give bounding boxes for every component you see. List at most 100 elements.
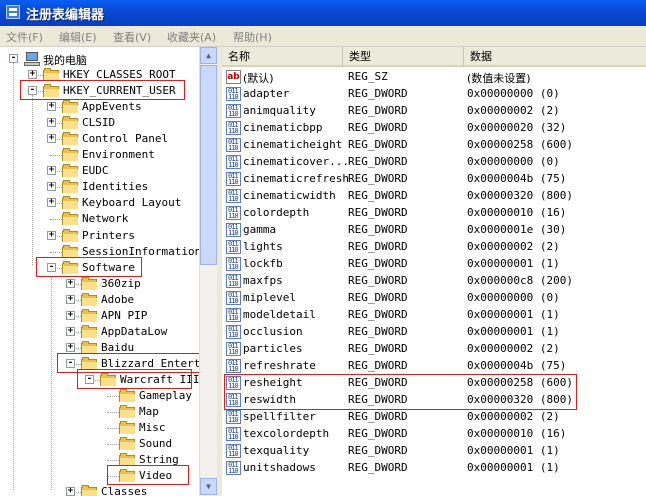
value-name: cinematicheight [243,138,343,151]
tree-label: HKEY_CLASSES_ROOT [63,68,176,81]
value-name: colordepth [243,206,310,219]
expand-icon[interactable]: + [47,102,56,112]
tree-node-keyboard-layout[interactable]: + Keyboard Layout [0,195,199,211]
menu-favorites[interactable]: 收藏夹(A) [167,29,216,45]
tree-node-printers[interactable]: + Printers [0,228,199,244]
expand-icon[interactable]: + [47,118,56,128]
tree-node-environment[interactable]: Environment [0,147,199,163]
expand-icon[interactable]: + [66,278,75,288]
tree-node-sessioninformation[interactable]: SessionInformation [0,244,201,260]
binary-value-icon [226,342,241,356]
menu-view[interactable]: 查看(V) [113,29,151,45]
folder-icon [81,276,97,290]
expand-icon[interactable]: + [66,487,75,496]
tree-node-baidu[interactable]: + Baidu [0,340,199,356]
value-row[interactable]: lockfb REG_DWORD 0x00000001 (1) [222,256,646,273]
value-row[interactable]: adapter REG_DWORD 0x00000000 (0) [222,86,646,103]
collapse-icon[interactable]: - [85,374,94,384]
scroll-thumb[interactable] [200,65,217,265]
value-row[interactable]: gamma REG_DWORD 0x0000001e (30) [222,222,646,239]
collapse-icon[interactable]: - [47,262,56,272]
column-header-name[interactable]: 名称 [222,47,342,67]
value-row[interactable]: particles REG_DWORD 0x00000002 (2) [222,341,646,358]
expand-icon[interactable]: + [47,134,56,144]
tree-node-eudc[interactable]: + EUDC [0,163,199,179]
binary-value-icon [226,376,241,390]
tree-node-control-panel[interactable]: + Control Panel [0,131,199,147]
expand-icon[interactable]: + [66,310,75,320]
column-header-type[interactable]: 类型 [342,47,463,67]
value-data: 0x00000002 (2) [467,104,560,117]
tree-node-string[interactable]: String [0,452,199,468]
value-row[interactable]: unitshadows REG_DWORD 0x00000001 (1) [222,460,646,477]
tree-node-network[interactable]: Network [0,211,199,227]
expand-icon[interactable]: + [66,326,75,336]
value-row[interactable]: resheight REG_DWORD 0x00000258 (600) [222,375,646,392]
menu-help[interactable]: 帮助(H) [233,29,272,45]
value-row[interactable]: ab (默认) REG_SZ (数值未设置) [222,69,646,86]
expand-icon[interactable]: + [47,182,56,192]
value-row[interactable]: occlusion REG_DWORD 0x00000001 (1) [222,324,646,341]
binary-value-icon [226,427,241,441]
menu-file[interactable]: 文件(F) [6,29,43,45]
value-row[interactable]: texcolordepth REG_DWORD 0x00000010 (16) [222,426,646,443]
value-row[interactable]: maxfps REG_DWORD 0x000000c8 (200) [222,273,646,290]
value-row[interactable]: refreshrate REG_DWORD 0x0000004b (75) [222,358,646,375]
value-row[interactable]: cinematicrefreshREG_DWORD 0x0000004b (75) [222,171,646,188]
folder-icon [81,308,97,322]
tree-node-hkey-current-user[interactable]: - HKEY_CURRENT_USER [0,83,199,99]
tree-node-clsid[interactable]: + CLSID [0,115,199,131]
value-row[interactable]: cinematicwidth REG_DWORD 0x00000320 (800) [222,188,646,205]
value-row[interactable]: lights REG_DWORD 0x00000002 (2) [222,239,646,256]
value-row[interactable]: cinematicover...REG_DWORD 0x00000000 (0) [222,154,646,171]
expand-icon[interactable]: + [66,294,75,304]
tree-node-my-computer[interactable]: - 我的电脑 [0,51,199,67]
value-row[interactable]: cinematicbpp REG_DWORD 0x00000020 (32) [222,120,646,137]
tree-node-appdatalow[interactable]: + AppDataLow [0,324,199,340]
tree-node-blizzard-enterta[interactable]: - Blizzard Enterta [0,356,207,372]
collapse-icon[interactable]: - [28,86,37,96]
expand-icon[interactable]: + [47,166,56,176]
tree-node-warcraft-iii[interactable]: - Warcraft III [0,372,199,388]
tree-node-adobe[interactable]: + Adobe [0,292,199,308]
value-row[interactable]: modeldetail REG_DWORD 0x00000001 (1) [222,307,646,324]
tree-label: Keyboard Layout [82,196,182,210]
value-name: cinematicover... [243,155,349,168]
expand-icon[interactable]: + [28,70,37,79]
regedit-icon [6,5,20,19]
tree-scrollbar[interactable]: ▲ ▼ [199,47,217,496]
tree-node-apn-pip[interactable]: + APN PIP [0,308,199,324]
column-header-data[interactable]: 数据 [463,47,646,67]
scroll-up-icon[interactable]: ▲ [200,47,217,64]
tree-node-appevents[interactable]: + AppEvents [0,99,199,115]
expand-icon[interactable]: + [47,230,56,240]
collapse-icon[interactable]: - [9,54,18,63]
tree-node-map[interactable]: Map [0,404,199,420]
value-row[interactable]: cinematicheight REG_DWORD 0x00000258 (600) [222,137,646,154]
tree-node-classes[interactable]: + Classes [0,484,199,496]
tree-node-360zip[interactable]: +360zip [0,276,199,292]
computer-icon [24,52,40,66]
folder-icon [81,356,97,370]
value-row[interactable]: animquality REG_DWORD 0x00000002 (2) [222,103,646,120]
scroll-down-icon[interactable]: ▼ [200,478,217,495]
value-row[interactable]: reswidth REG_DWORD 0x00000320 (800) [222,392,646,409]
folder-icon [62,228,78,242]
value-data: 0x00000002 (2) [467,410,560,423]
value-row[interactable]: spellfilter REG_DWORD 0x00000002 (2) [222,409,646,426]
tree-node-video[interactable]: Video [0,468,199,484]
tree-node-sound[interactable]: Sound [0,436,199,452]
tree-node-misc[interactable]: Misc [0,420,199,436]
menu-edit[interactable]: 编辑(E) [59,29,97,45]
value-row[interactable]: miplevel REG_DWORD 0x00000000 (0) [222,290,646,307]
expand-icon[interactable]: + [66,342,75,352]
expand-icon[interactable]: + [47,198,56,208]
value-row[interactable]: colordepth REG_DWORD 0x00000010 (16) [222,205,646,222]
tree-node-hkey-classes-root[interactable]: + HKEY_CLASSES_ROOT [0,67,199,83]
tree-node-gameplay[interactable]: Gameplay [0,388,199,404]
value-row[interactable]: texquality REG_DWORD 0x00000001 (1) [222,443,646,460]
tree-node-identities[interactable]: + Identities [0,179,199,195]
collapse-icon[interactable]: - [66,358,75,368]
tree-node-software[interactable]: - Software [0,260,199,276]
value-name: maxfps [243,274,283,287]
